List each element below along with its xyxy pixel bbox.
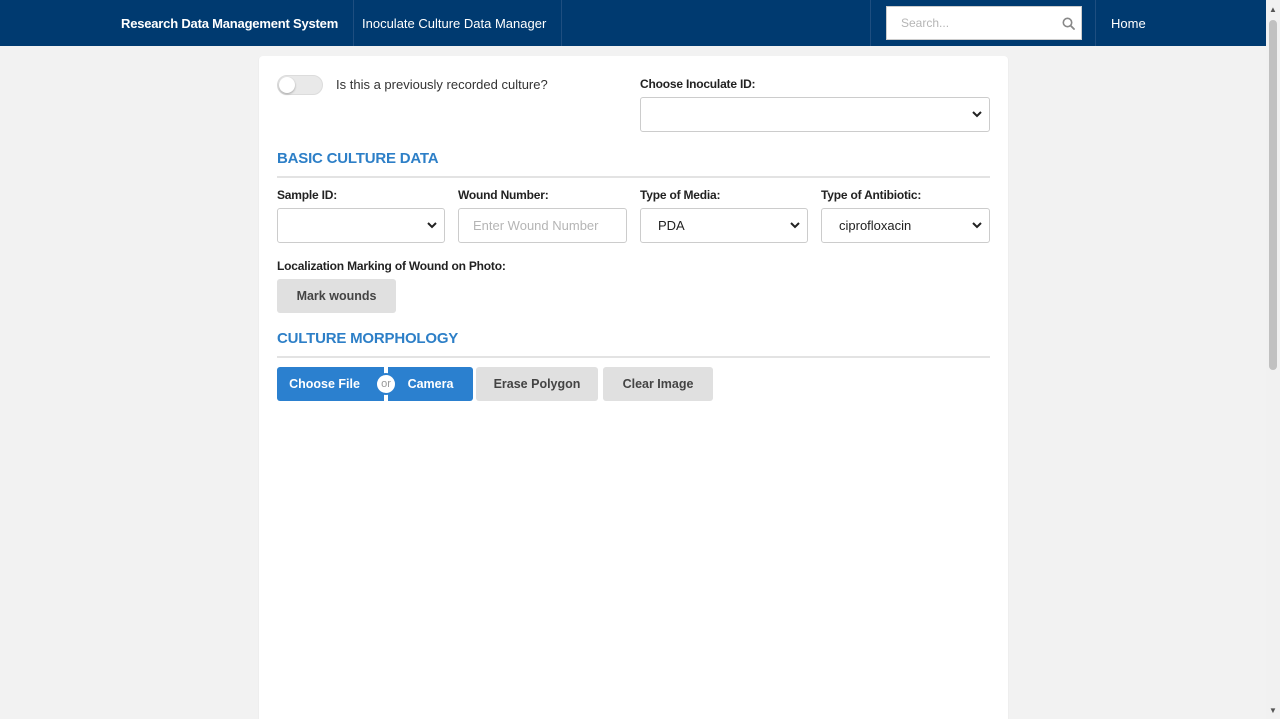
section-divider <box>277 356 990 358</box>
inoculate-id-select[interactable] <box>640 97 990 132</box>
localization-label: Localization Marking of Wound on Photo: <box>277 259 506 273</box>
page-scrollbar[interactable]: ▲ ▼ <box>1266 0 1280 719</box>
previously-recorded-toggle[interactable] <box>277 75 323 95</box>
top-navbar: Research Data Management System Inoculat… <box>0 0 1266 46</box>
previously-recorded-label: Is this a previously recorded culture? <box>336 77 548 92</box>
wound-number-label: Wound Number: <box>458 188 549 202</box>
erase-polygon-button[interactable]: Erase Polygon <box>476 367 598 401</box>
chevron-down-icon <box>972 111 982 118</box>
culture-morphology-title: CULTURE MORPHOLOGY <box>277 330 459 347</box>
media-type-label: Type of Media: <box>640 188 721 202</box>
chevron-down-icon <box>427 222 437 229</box>
nav-link-inoculate-culture[interactable]: Inoculate Culture Data Manager <box>347 0 563 46</box>
media-type-select[interactable]: PDA <box>640 208 808 243</box>
or-separator: or <box>375 373 397 395</box>
brand-link[interactable]: Research Data Management System <box>106 0 355 46</box>
antibiotic-type-label: Type of Antibiotic: <box>821 188 922 202</box>
media-type-value: PDA <box>658 218 685 233</box>
basic-culture-data-title: BASIC CULTURE DATA <box>277 150 439 167</box>
nav-link-home[interactable]: Home <box>1097 0 1160 46</box>
culture-form-card: Is this a previously recorded culture? C… <box>259 56 1008 719</box>
choose-file-button[interactable]: Choose File <box>277 367 384 401</box>
antibiotic-type-select[interactable]: ciprofloxacin <box>821 208 990 243</box>
sample-id-label: Sample ID: <box>277 188 338 202</box>
wound-number-input[interactable]: Enter Wound Number <box>458 208 627 243</box>
section-divider <box>277 176 990 178</box>
sample-id-select[interactable] <box>277 208 445 243</box>
search-box <box>886 6 1082 40</box>
antibiotic-type-value: ciprofloxacin <box>839 218 912 233</box>
scroll-up-arrow-icon[interactable]: ▲ <box>1266 2 1280 16</box>
toggle-knob <box>279 77 295 93</box>
clear-image-button[interactable]: Clear Image <box>603 367 713 401</box>
chevron-down-icon <box>972 222 982 229</box>
search-icon[interactable] <box>1056 17 1081 30</box>
mark-wounds-button[interactable]: Mark wounds <box>277 279 396 313</box>
search-input[interactable] <box>887 7 1056 39</box>
camera-button[interactable]: Camera <box>388 367 473 401</box>
chevron-down-icon <box>790 222 800 229</box>
scrollbar-thumb[interactable] <box>1269 20 1277 370</box>
inoculate-id-label: Choose Inoculate ID: <box>640 77 756 91</box>
scroll-down-arrow-icon[interactable]: ▼ <box>1266 703 1280 717</box>
